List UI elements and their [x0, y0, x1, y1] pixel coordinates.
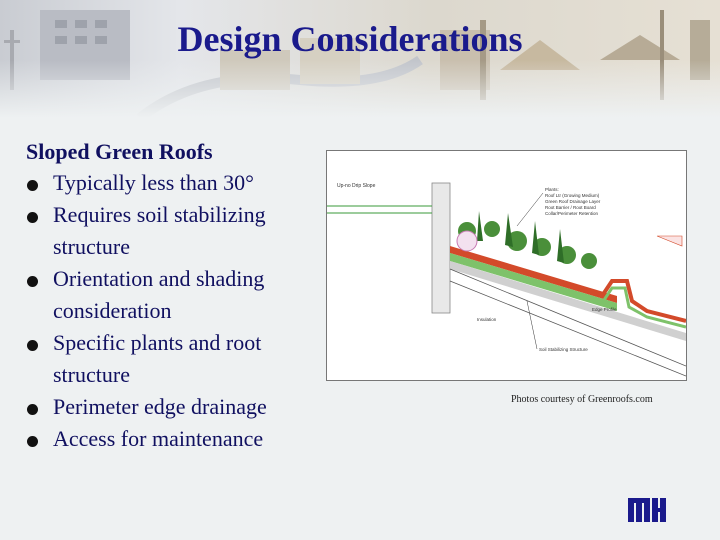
bullet-item: Perimeter edge drainage	[26, 391, 326, 423]
bullet-icon	[27, 404, 38, 415]
bullet-text: Perimeter edge drainage	[53, 394, 267, 419]
green-roof-section-diagram: Up-no Drip Slope Plants: Roof Ltr (Growi…	[326, 150, 687, 381]
bullet-icon	[27, 436, 38, 447]
photo-caption: Photos courtesy of Greenroofs.com	[511, 394, 653, 405]
bullet-item: Typically less than 30°	[26, 167, 326, 199]
slide-title: Design Considerations	[177, 19, 523, 59]
figure-label: Root Barrier / Root Board	[545, 205, 596, 210]
bullet-text: Typically less than 30°	[53, 170, 254, 195]
bullet-icon	[27, 180, 38, 191]
bullet-text: Access for maintenance	[53, 426, 264, 451]
figure-label: Insulation	[477, 317, 497, 322]
bullet-text: Specific plants and root structure	[53, 330, 262, 387]
bullet-text: Orientation and shading consideration	[53, 266, 265, 323]
bullet-item: Access for maintenance	[26, 423, 326, 455]
figure-label: Edge Profile	[592, 307, 617, 312]
bullet-list: Typically less than 30° Requires soil st…	[26, 167, 326, 455]
figure-label: Green Roof Drainage Layer	[545, 199, 601, 204]
logo-icon	[628, 494, 672, 524]
bullet-text: Requires soil stabilizing structure	[53, 202, 266, 259]
bullet-item: Orientation and shading consideration	[26, 263, 326, 327]
figure-label: Plants:	[545, 187, 559, 192]
bullet-item: Requires soil stabilizing structure	[26, 199, 326, 263]
bullet-item: Specific plants and root structure	[26, 327, 326, 391]
figure-label: Soil Stabilizing Structure	[539, 347, 588, 352]
figure-label: Roof Ltr (Growing Medium)	[545, 193, 600, 198]
bullet-content: Sloped Green Roofs Typically less than 3…	[26, 137, 326, 455]
figure-label: Up-no Drip Slope	[337, 183, 376, 189]
figure-label: Collar/Perimeter Retention	[545, 211, 599, 216]
bullet-icon	[27, 212, 38, 223]
bullet-icon	[27, 340, 38, 351]
bullet-icon	[27, 276, 38, 287]
section-heading: Sloped Green Roofs	[26, 139, 213, 164]
